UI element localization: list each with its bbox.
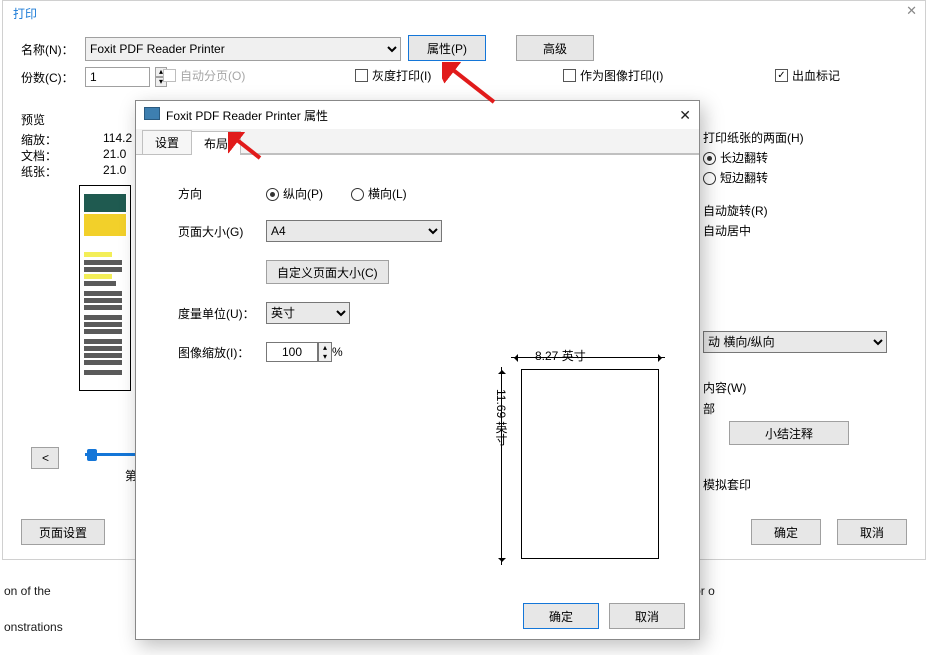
page-width-label: 8.27 英寸 <box>535 347 586 364</box>
bleed-marks-checkbox[interactable]: ✓出血标记 <box>775 67 840 84</box>
properties-button[interactable]: 属性(P) <box>408 35 486 61</box>
print-as-image-checkbox[interactable]: 作为图像打印(I) <box>563 67 663 84</box>
tab-settings[interactable]: 设置 <box>142 130 192 154</box>
duplex-label: 打印纸张的两面(H) <box>703 129 804 146</box>
printer-name-label: 名称(N)： <box>21 41 79 58</box>
properties-tabbar: 设置 布局 <box>136 129 699 155</box>
doc-label: 文档： <box>21 147 57 164</box>
bg-line1-left: on of the <box>4 584 51 598</box>
print-ok-button[interactable]: 确定 <box>751 519 821 545</box>
properties-ok-button[interactable]: 确定 <box>523 603 599 629</box>
landscape-radio[interactable]: 横向(L) <box>351 185 407 202</box>
paper-label: 纸张： <box>21 163 57 180</box>
paper-value: 21.0 <box>103 163 126 177</box>
advanced-button[interactable]: 高级 <box>516 35 594 61</box>
grayscale-checkbox[interactable]: 灰度打印(I) <box>355 67 431 84</box>
doc-value: 21.0 <box>103 147 126 161</box>
orientation-label: 方向 <box>178 185 266 202</box>
printer-properties-dialog: Foxit PDF Reader Printer 属性 ✕ 设置 布局 方向 纵… <box>135 100 700 640</box>
simulate-overprint-label: 模拟套印 <box>703 476 751 493</box>
copies-input[interactable] <box>85 67 150 87</box>
unit-select[interactable]: 英寸 <box>266 302 350 324</box>
auto-rotate-label: 自动旋转(R) <box>703 202 768 219</box>
print-content-value: 部 <box>703 400 719 417</box>
image-zoom-stepper[interactable]: ▴▾ <box>318 342 332 362</box>
print-dialog-title: 打印 <box>13 5 37 22</box>
image-zoom-suffix: % <box>332 345 343 359</box>
preview-label: 预览 <box>21 111 45 128</box>
properties-cancel-button[interactable]: 取消 <box>609 603 685 629</box>
printer-select[interactable]: Foxit PDF Reader Printer <box>85 37 401 61</box>
auto-center-label: 自动居中 <box>703 222 751 239</box>
custom-page-size-button[interactable]: 自定义页面大小(C) <box>266 260 389 284</box>
printer-icon: Foxit PDF Reader Printer 属性 <box>144 107 328 124</box>
page-height-label: 11.69 英寸 <box>493 389 510 445</box>
unit-label: 度量单位(U)： <box>178 305 266 322</box>
bg-line2-left: onstrations <box>4 620 63 634</box>
zoom-label: 缩放： <box>21 131 57 148</box>
page-prev-button[interactable]: < <box>31 447 59 469</box>
page-size-preview: 8.27 英寸 11.69 英寸 <box>493 347 665 565</box>
image-zoom-label: 图像缩放(I)： <box>178 344 266 361</box>
page-slider-thumb[interactable] <box>87 449 97 461</box>
close-icon[interactable]: ✕ <box>679 107 691 124</box>
page-size-select[interactable]: A4 <box>266 220 442 242</box>
auto-orientation-select[interactable]: 动 横向/纵向 <box>703 331 887 353</box>
copies-label: 份数(C)： <box>21 69 79 86</box>
print-cancel-button[interactable]: 取消 <box>837 519 907 545</box>
page-preview <box>79 185 131 391</box>
long-edge-flip-radio[interactable]: 长边翻转 <box>703 149 768 166</box>
portrait-radio[interactable]: 纵向(P) <box>266 185 323 202</box>
properties-dialog-title: Foxit PDF Reader Printer 属性 <box>166 109 328 123</box>
close-icon[interactable]: ✕ <box>906 3 917 19</box>
page-size-label: 页面大小(G) <box>178 223 266 240</box>
short-edge-flip-radio[interactable]: 短边翻转 <box>703 169 768 186</box>
zoom-value: 114.2 <box>103 131 132 145</box>
collate-checkbox: 自动分页(O) <box>163 67 245 84</box>
tab-layout[interactable]: 布局 <box>191 131 241 155</box>
page-setup-button[interactable]: 页面设置 <box>21 519 105 545</box>
summarize-comments-button[interactable]: 小结注释 <box>729 421 849 445</box>
image-zoom-input[interactable] <box>266 342 318 362</box>
print-content-label: 内容(W) <box>703 379 746 396</box>
